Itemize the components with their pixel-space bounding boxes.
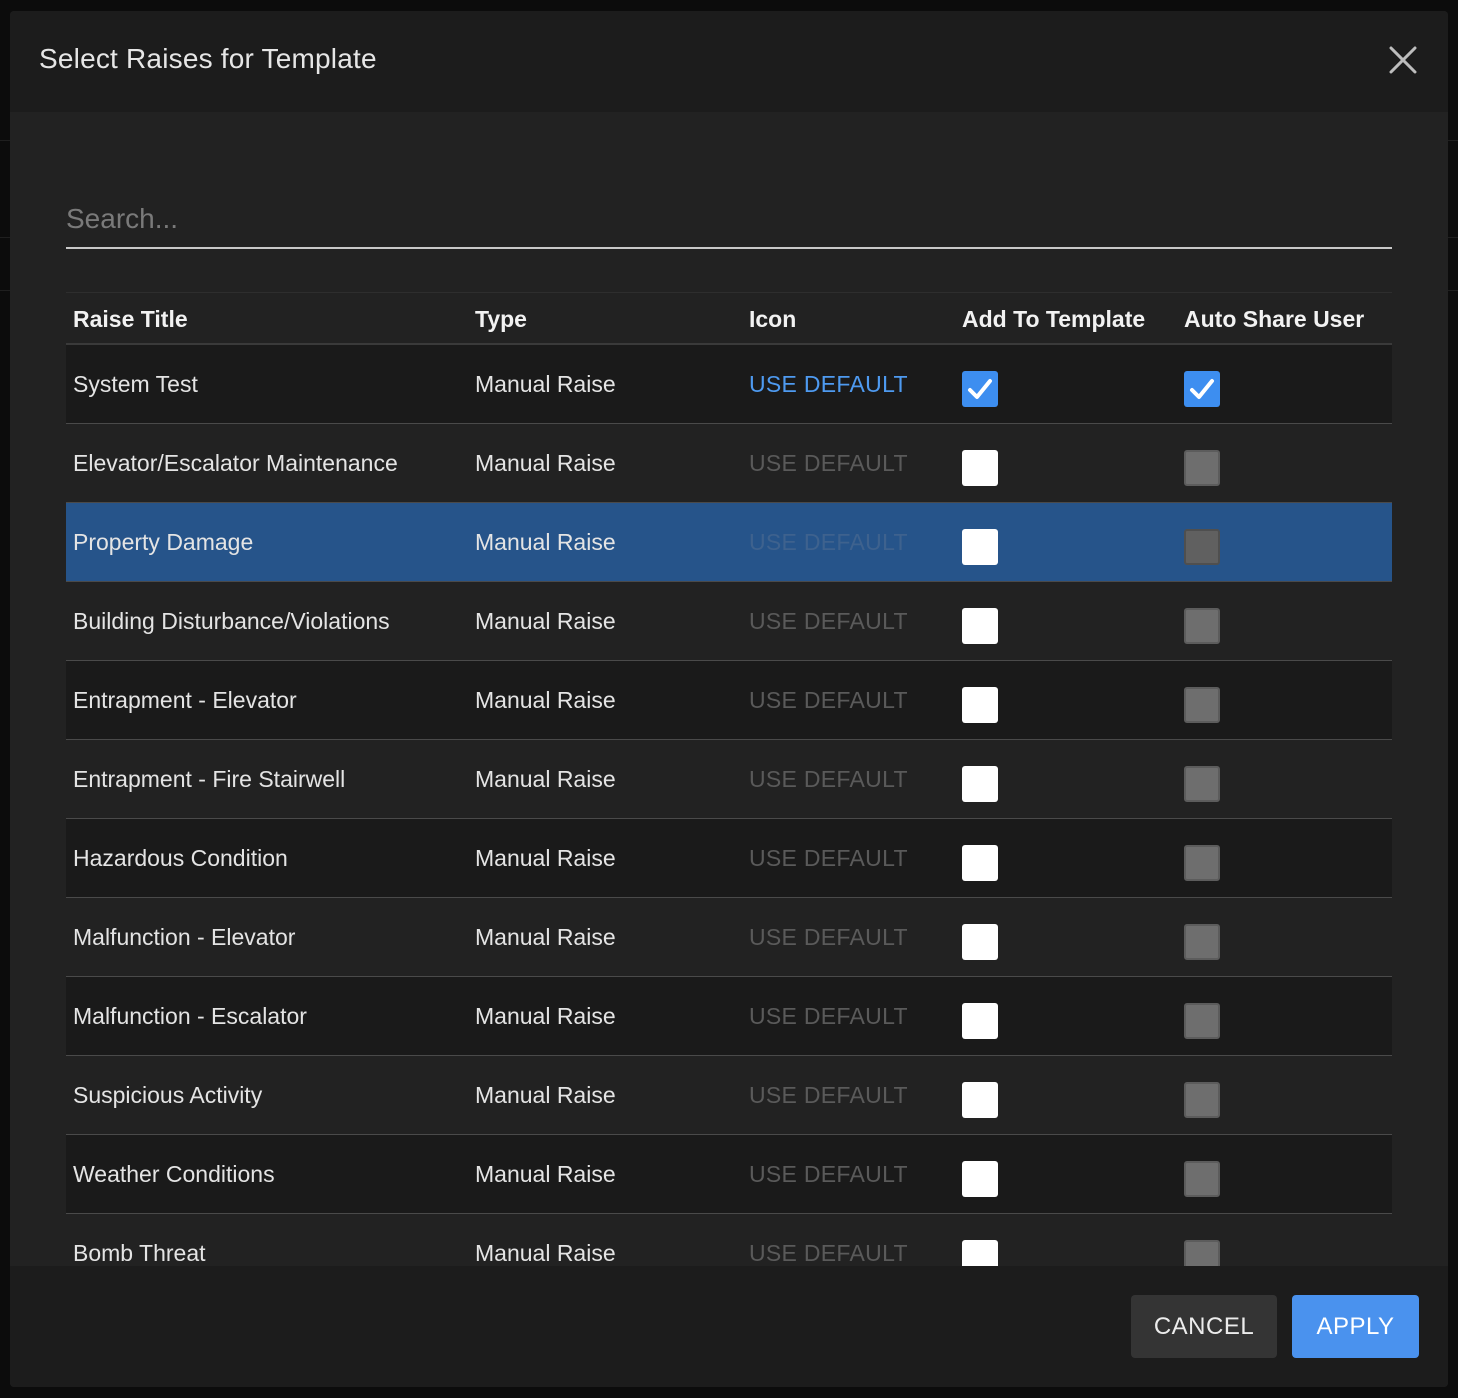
use-default-icon-link[interactable]: USE DEFAULT [749,371,908,398]
auto-share-user-checkbox [1184,1082,1220,1118]
auto-share-user-checkbox [1184,845,1220,881]
dialog-header: Select Raises for Template [10,11,1448,112]
raise-type: Manual Raise [475,1240,616,1266]
dialog-footer: CANCEL APPLY [10,1266,1448,1387]
raise-type: Manual Raise [475,845,616,871]
table-row[interactable]: Entrapment - Fire Stairwell Manual Raise U… [66,740,1392,819]
auto-share-user-checkbox [1184,1003,1220,1039]
table-header: Raise Title Type Icon Add To Template Au… [66,292,1392,345]
table-row[interactable]: Weather Conditions Manual Raise USE DEFAUL… [66,1135,1392,1214]
raise-title: Elevator/Escalator Maintenance [73,450,398,476]
header-add-to-template[interactable]: Add To Template [962,306,1145,333]
apply-button[interactable]: APPLY [1292,1295,1419,1358]
close-icon [1389,46,1417,74]
auto-share-user-checkbox [1184,450,1220,486]
search-input[interactable] [66,187,1392,245]
select-raises-dialog: Select Raises for Template Raise Title T… [10,11,1448,1387]
auto-share-user-checkbox [1184,529,1220,565]
add-to-template-checkbox[interactable] [962,1082,998,1118]
table-row[interactable]: Hazardous Condition Manual Raise USE DEFAU… [66,819,1392,898]
raise-type: Manual Raise [475,371,616,397]
use-default-icon-link: USE DEFAULT [749,924,908,950]
table-body: System Test Manual Raise USE DEFAULT Elevat… [66,345,1392,1266]
raise-title: System Test [73,371,198,397]
table-row[interactable]: Property Damage Manual Raise USE DEFAULT [66,503,1392,582]
table-row[interactable]: System Test Manual Raise USE DEFAULT [66,345,1392,424]
auto-share-user-checkbox [1184,766,1220,802]
raise-type: Manual Raise [475,687,616,713]
add-to-template-checkbox[interactable] [962,1003,998,1039]
use-default-icon-link: USE DEFAULT [749,1082,908,1108]
raise-title: Building Disturbance/Violations [73,608,390,634]
add-to-template-checkbox[interactable] [962,766,998,802]
raise-title: Bomb Threat [73,1240,206,1266]
auto-share-user-checkbox[interactable] [1184,371,1220,407]
add-to-template-checkbox[interactable] [962,529,998,565]
raise-title: Suspicious Activity [73,1082,263,1108]
raise-title: Malfunction - Elevator [73,924,296,950]
raise-type: Manual Raise [475,450,616,476]
raise-type: Manual Raise [475,924,616,950]
use-default-icon-link: USE DEFAULT [749,608,908,634]
header-icon[interactable]: Icon [749,306,796,333]
raise-type: Manual Raise [475,1161,616,1187]
checkmark-icon [1190,379,1214,399]
table-row[interactable]: Bomb Threat Manual Raise USE DEFAULT [66,1214,1392,1266]
auto-share-user-checkbox [1184,1240,1220,1266]
raise-type: Manual Raise [475,766,616,792]
add-to-template-checkbox[interactable] [962,450,998,486]
add-to-template-checkbox[interactable] [962,845,998,881]
table-row[interactable]: Malfunction - Escalator Manual Raise USE D… [66,977,1392,1056]
raise-title: Malfunction - Escalator [73,1003,307,1029]
auto-share-user-checkbox [1184,687,1220,723]
raise-title: Entrapment - Elevator [73,687,297,713]
add-to-template-checkbox[interactable] [962,608,998,644]
table-row[interactable]: Malfunction - Elevator Manual Raise USE DE… [66,898,1392,977]
header-type[interactable]: Type [475,306,527,333]
table-row[interactable]: Elevator/Escalator Maintenance Manual Rai… [66,424,1392,503]
auto-share-user-checkbox [1184,924,1220,960]
raise-title: Entrapment - Fire Stairwell [73,766,346,792]
table-row[interactable]: Entrapment - Elevator Manual Raise USE DEF… [66,661,1392,740]
add-to-template-checkbox[interactable] [962,1240,998,1266]
add-to-template-checkbox[interactable] [962,924,998,960]
use-default-icon-link: USE DEFAULT [749,1161,908,1187]
add-to-template-checkbox[interactable] [962,687,998,723]
raise-type: Manual Raise [475,529,616,555]
use-default-icon-link: USE DEFAULT [749,687,908,713]
raise-type: Manual Raise [475,608,616,634]
raise-title: Weather Conditions [73,1161,275,1187]
auto-share-user-checkbox [1184,608,1220,644]
raise-type: Manual Raise [475,1003,616,1029]
raise-title: Property Damage [73,529,254,555]
table-row[interactable]: Suspicious Activity Manual Raise USE DEFAU… [66,1056,1392,1135]
add-to-template-checkbox[interactable] [962,371,998,407]
raise-title: Hazardous Condition [73,845,288,871]
use-default-icon-link: USE DEFAULT [749,845,908,871]
header-raise-title[interactable]: Raise Title [73,306,188,333]
cancel-button[interactable]: CANCEL [1131,1295,1277,1358]
add-to-template-checkbox[interactable] [962,1161,998,1197]
search-field [66,187,1392,249]
use-default-icon-link: USE DEFAULT [749,529,908,555]
auto-share-user-checkbox [1184,1161,1220,1197]
dialog-title: Select Raises for Template [39,43,377,74]
table-row[interactable]: Building Disturbance/Violations Manual Ra… [66,582,1392,661]
use-default-icon-link: USE DEFAULT [749,450,908,476]
checkmark-icon [968,379,992,399]
close-button[interactable] [1384,41,1422,79]
raise-type: Manual Raise [475,1082,616,1108]
use-default-icon-link: USE DEFAULT [749,1240,908,1266]
use-default-icon-link: USE DEFAULT [749,766,908,792]
raises-table: Raise Title Type Icon Add To Template Au… [66,292,1392,1266]
use-default-icon-link: USE DEFAULT [749,1003,908,1029]
header-auto-share-user[interactable]: Auto Share User [1184,306,1364,333]
